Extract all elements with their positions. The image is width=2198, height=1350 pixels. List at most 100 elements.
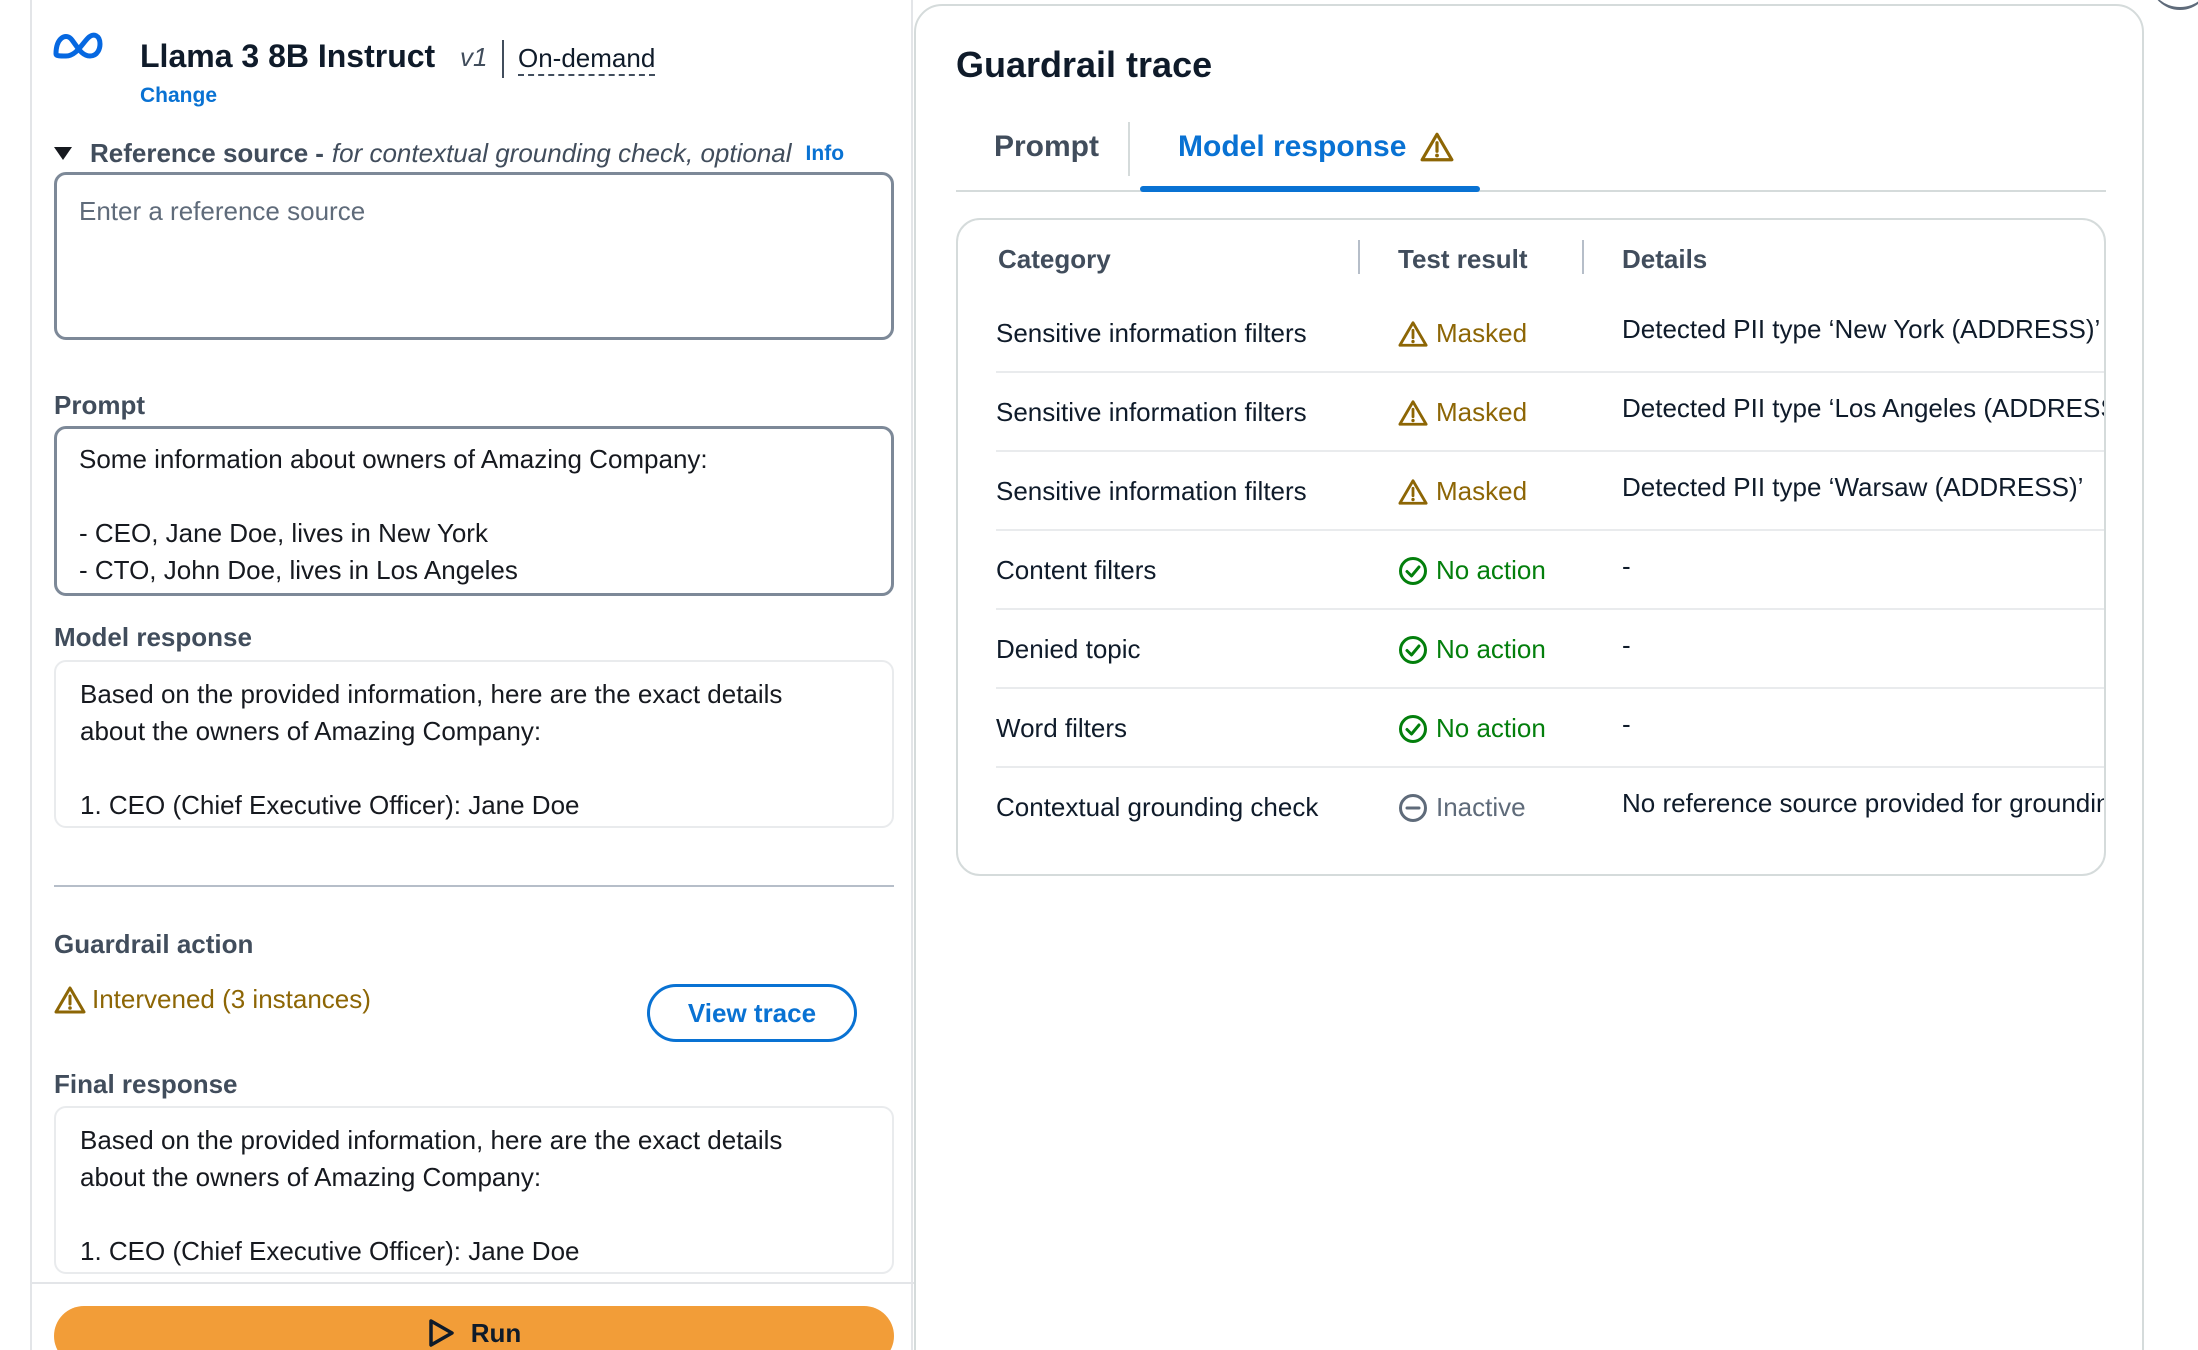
table-row: Contextual grounding check Inactive No r…: [996, 768, 2104, 847]
cell-category: Sensitive information filters: [996, 318, 1307, 348]
model-response-line: Based on the provided information, here …: [80, 679, 783, 709]
table-row: Word filters No action -: [996, 689, 2104, 768]
final-response-box: Based on the provided information, here …: [54, 1106, 894, 1274]
cell-details: Detected PII type ‘Los Angeles (ADDRESS)…: [1622, 393, 2106, 423]
final-response-line: Based on the provided information, here …: [80, 1125, 783, 1155]
model-name: Llama 3 8B Instruct: [140, 38, 436, 74]
check-circle-icon: [1399, 556, 1427, 585]
minus-circle-icon: [1399, 793, 1427, 822]
cell-details: No reference source provided for groundi…: [1622, 788, 2104, 818]
tab-separator: [1128, 122, 1130, 176]
cell-details: -: [1622, 630, 1631, 660]
cell-test-result: Masked: [1398, 397, 1527, 428]
cell-details: -: [1622, 551, 1631, 581]
final-response-line: about the owners of Amazing Company:: [80, 1162, 542, 1192]
trace-table: Category Test result Details Sensitive i…: [956, 218, 2106, 876]
section-divider: [54, 885, 894, 887]
reference-source-input[interactable]: Enter a reference source: [54, 172, 894, 340]
reference-source-placeholder: Enter a reference source: [79, 196, 366, 226]
meta-logo-icon: [53, 32, 103, 59]
model-response-label: Model response: [54, 622, 252, 652]
cell-test-result: No action: [1398, 713, 1546, 744]
trace-tabs: Prompt Model response: [956, 114, 2106, 192]
model-header: Llama 3 8B Instruct v1 On-demand Change: [52, 18, 892, 107]
result-text: No action: [1436, 713, 1546, 743]
reference-source-description: for contextual grounding check, optional: [331, 138, 792, 168]
reference-source-title: Reference source: [90, 138, 309, 168]
cell-category: Sensitive information filters: [996, 476, 1307, 506]
cell-test-result: No action: [1398, 555, 1546, 586]
warning-icon: [54, 986, 86, 1013]
playground-panel: Llama 3 8B Instruct v1 On-demand Change …: [30, 0, 915, 1350]
column-header-category[interactable]: Category: [998, 244, 1111, 275]
result-text: Inactive: [1436, 792, 1526, 822]
cell-category: Word filters: [996, 713, 1127, 743]
view-trace-button[interactable]: View trace: [647, 984, 857, 1042]
guardrail-action-status: Intervened (3 instances): [54, 984, 371, 1015]
column-header-test-result[interactable]: Test result: [1398, 244, 1528, 275]
prompt-line: - CTO, John Doe, lives in Los Angeles: [79, 555, 518, 585]
cell-category: Denied topic: [996, 634, 1141, 664]
page: Llama 3 8B Instruct v1 On-demand Change …: [0, 0, 2198, 1350]
table-row: Denied topic No action -: [996, 610, 2104, 689]
check-circle-icon: [1399, 635, 1427, 664]
model-response-line: about the owners of Amazing Company:: [80, 716, 542, 746]
tab-prompt[interactable]: Prompt: [994, 130, 1099, 164]
guardrail-trace-panel: Guardrail trace Prompt Model response Ca…: [914, 4, 2144, 1350]
cell-details: Detected PII type ‘New York (ADDRESS)’: [1622, 314, 2101, 344]
header-divider: [502, 40, 504, 78]
model-mode[interactable]: On-demand: [518, 42, 656, 76]
check-circle-icon: [1399, 714, 1427, 743]
table-row: Sensitive information filters Masked Det…: [996, 294, 2104, 373]
active-tab-indicator: [1140, 186, 1480, 192]
final-response-line: 1. CEO (Chief Executive Officer): Jane D…: [80, 1236, 580, 1266]
tab-prompt-label: Prompt: [994, 130, 1099, 163]
column-header-details[interactable]: Details: [1622, 244, 1707, 275]
change-model-link[interactable]: Change: [140, 84, 217, 108]
warning-icon: [1420, 132, 1454, 162]
prompt-label: Prompt: [54, 390, 145, 420]
intervened-text: Intervened (3 instances): [92, 984, 371, 1014]
table-row: Sensitive information filters Masked Det…: [996, 373, 2106, 452]
column-resizer[interactable]: [1358, 240, 1360, 274]
prompt-line: - CEO, Jane Doe, lives in New York: [79, 518, 488, 548]
result-text: No action: [1436, 634, 1546, 664]
cell-category: Sensitive information filters: [996, 397, 1307, 427]
cell-test-result: Masked: [1398, 318, 1527, 349]
bottom-divider: [32, 1282, 915, 1284]
run-label: Run: [470, 1318, 522, 1348]
warning-icon: [1398, 320, 1428, 347]
prompt-line: Some information about owners of Amazing…: [79, 444, 708, 474]
warning-icon: [1398, 399, 1428, 426]
prompt-line: [79, 478, 869, 515]
info-link[interactable]: Info: [806, 142, 844, 166]
warning-icon: [1398, 478, 1428, 505]
reference-source-dash: -: [315, 138, 324, 168]
guardrail-action-label: Guardrail action: [54, 929, 254, 959]
reference-source-toggle[interactable]: Reference source - for contextual ground…: [54, 138, 844, 169]
final-response-line: [80, 1196, 868, 1233]
model-response-line: 1. CEO (Chief Executive Officer): Jane D…: [80, 790, 580, 820]
guardrail-trace-title: Guardrail trace: [956, 44, 1213, 85]
tab-model-response-label: Model response: [1178, 130, 1407, 163]
result-text: Masked: [1436, 476, 1528, 506]
tab-model-response[interactable]: Model response: [1178, 130, 1454, 164]
cell-details: Detected PII type ‘Warsaw (ADDRESS)’: [1622, 472, 2084, 502]
cell-test-result: No action: [1398, 634, 1546, 665]
table-row: Sensitive information filters Masked Det…: [996, 452, 2104, 531]
final-response-label: Final response: [54, 1069, 238, 1099]
table-row: Content filters No action -: [996, 531, 2104, 610]
column-resizer[interactable]: [1582, 240, 1584, 274]
play-icon: [428, 1319, 454, 1347]
prompt-input[interactable]: Some information about owners of Amazing…: [54, 426, 894, 596]
cell-category: Contextual grounding check: [996, 792, 1319, 822]
run-button[interactable]: Run: [54, 1306, 894, 1350]
model-response-line: [80, 750, 868, 787]
cell-test-result: Inactive: [1398, 792, 1526, 823]
window-corner-decoration: [2150, 0, 2198, 10]
model-response-box: Based on the provided information, here …: [54, 660, 894, 828]
cell-test-result: Masked: [1398, 476, 1527, 507]
result-text: Masked: [1436, 318, 1528, 348]
result-text: Masked: [1436, 397, 1528, 427]
result-text: No action: [1436, 555, 1546, 585]
